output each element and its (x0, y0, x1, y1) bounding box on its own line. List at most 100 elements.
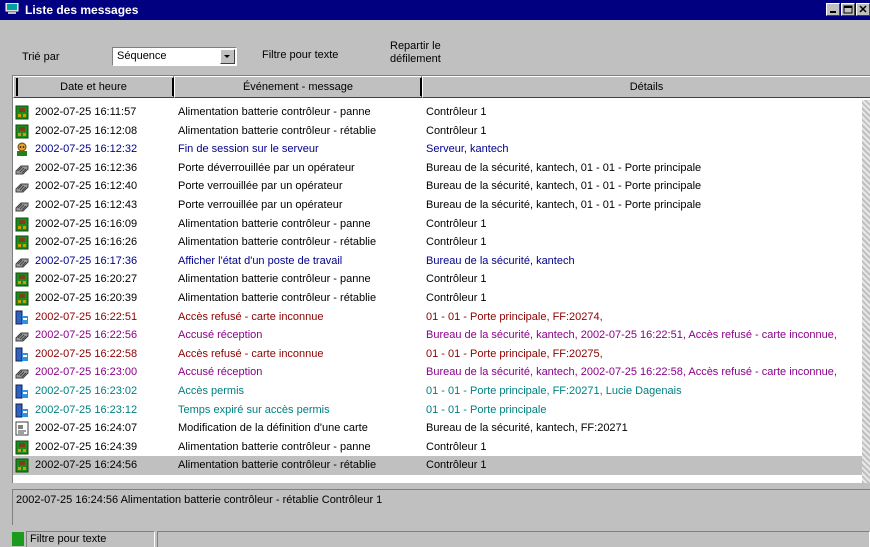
cell-details: Contrôleur 1 (426, 217, 487, 230)
card-edit-icon (15, 421, 29, 436)
cell-details: 01 - 01 - Porte principale, FF:20274, (426, 310, 603, 323)
controller-board-icon (15, 217, 29, 232)
table-row[interactable]: 2002-07-25 16:23:02 Accès permis 01 - 01 -… (13, 382, 863, 401)
cell-event: Accès permis (178, 385, 245, 397)
cell-event: Porte verrouillée par un opérateur (178, 199, 343, 211)
table-row[interactable]: 2002-07-25 16:24:56 Alimentation batterie… (13, 456, 863, 476)
column-divider (172, 78, 174, 96)
cell-date: 2002-07-25 16:20:27 (35, 273, 138, 286)
cell-date: 2002-07-25 16:11:57 (35, 106, 137, 118)
chevron-down-icon[interactable] (220, 49, 235, 64)
title-bar[interactable]: Liste des messages (0, 0, 870, 20)
table-row[interactable]: 2002-07-25 16:16:26 Alimentation batterie… (13, 233, 863, 252)
cell-event: Alimentation batterie contrôleur - rétab… (178, 124, 377, 137)
cell-details: Bureau de la sécurité, kantech, 01 - 01 … (426, 199, 702, 211)
minimize-button[interactable] (826, 3, 840, 16)
controller-board-icon (15, 124, 29, 139)
cell-event: Alimentation batterie contrôleur - panne (178, 273, 371, 286)
cell-date: 2002-07-25 16:23:12 (35, 403, 138, 416)
cell-details: Bureau de la sécurité, kantech, 2002-07-… (426, 366, 837, 379)
message-list[interactable]: Date et heure Événement - message Détail… (12, 75, 870, 483)
table-row[interactable]: 2002-07-25 16:22:58 Accès refusé - carte … (13, 345, 863, 364)
status-panel-empty (157, 531, 870, 547)
column-header-details[interactable]: Détails (422, 76, 870, 98)
cell-details: Bureau de la sécurité, kantech, FF:20271 (426, 422, 628, 435)
minimize-icon (830, 11, 836, 13)
cell-date: 2002-07-25 16:23:00 (35, 366, 138, 379)
table-row[interactable]: 2002-07-25 16:22:51 Accès refusé - carte … (13, 308, 863, 327)
table-row[interactable]: 2002-07-25 16:17:36 Afficher l'état d'un … (13, 252, 863, 271)
scroll-restart-line1[interactable]: Repartir le (390, 40, 441, 52)
table-row[interactable]: 2002-07-25 16:22:56 Accusé réception Burea… (13, 326, 863, 345)
cell-date: 2002-07-25 16:22:58 (35, 347, 138, 360)
cell-date: 2002-07-25 16:23:02 (35, 385, 138, 397)
status-panel-filter: Filtre pour texte (26, 531, 155, 547)
column-divider (16, 78, 18, 96)
table-row[interactable]: 2002-07-25 16:12:43 Porte verrouillée par… (13, 196, 863, 215)
sort-dropdown[interactable]: Séquence (112, 47, 237, 66)
table-row[interactable]: 2002-07-25 16:20:27 Alimentation batterie… (13, 270, 863, 289)
table-row[interactable]: 2002-07-25 16:11:57 Alimentation batterie… (13, 103, 863, 122)
door-access-icon (15, 347, 29, 362)
cell-details: Contrôleur 1 (426, 440, 487, 453)
cell-details: Bureau de la sécurité, kantech, 01 - 01 … (426, 161, 702, 174)
column-header-date[interactable]: Date et heure (13, 76, 174, 98)
vertical-scrollbar[interactable] (862, 100, 870, 483)
restore-button[interactable] (841, 3, 855, 16)
cell-event: Accusé réception (178, 329, 263, 342)
cell-event: Alimentation batterie contrôleur - panne (178, 106, 371, 118)
table-row[interactable]: 2002-07-25 16:24:07 Modification de la dé… (13, 419, 863, 438)
column-header-event[interactable]: Événement - message (174, 76, 422, 98)
table-row[interactable]: 2002-07-25 16:12:36 Porte déverrouillée p… (13, 159, 863, 178)
table-row[interactable]: 2002-07-25 16:12:32 Fin de session sur le… (13, 140, 863, 159)
cell-event: Porte verrouillée par un opérateur (178, 180, 343, 193)
operator-icon (15, 142, 29, 157)
cell-details: 01 - 01 - Porte principale, FF:20275, (426, 347, 603, 360)
controller-board-icon (15, 272, 29, 287)
cell-details: Serveur, kantech (426, 143, 509, 156)
cell-details: Contrôleur 1 (426, 236, 487, 249)
cell-event: Modification de la définition d'une cart… (178, 422, 368, 435)
cell-event: Temps expiré sur accès permis (178, 403, 330, 416)
cell-details: Contrôleur 1 (426, 292, 487, 304)
cell-date: 2002-07-25 16:24:39 (35, 440, 138, 453)
close-icon (859, 5, 867, 13)
door-access-icon (15, 403, 29, 418)
cell-date: 2002-07-25 16:20:39 (35, 292, 138, 304)
message-detail-box: 2002-07-25 16:24:56 Alimentation batteri… (12, 489, 870, 525)
table-row[interactable]: 2002-07-25 16:20:39 Alimentation batterie… (13, 289, 863, 308)
controller-board-icon (15, 105, 29, 120)
cell-event: Alimentation batterie contrôleur - panne (178, 440, 371, 453)
table-row[interactable]: 2002-07-25 16:16:09 Alimentation batterie… (13, 215, 863, 234)
close-button[interactable] (856, 3, 870, 16)
workstation-icon (15, 179, 29, 194)
cell-event: Alimentation batterie contrôleur - rétab… (178, 292, 377, 304)
table-row[interactable]: 2002-07-25 16:12:40 Porte verrouillée par… (13, 177, 863, 196)
cell-details: Bureau de la sécurité, kantech, 2002-07-… (426, 329, 837, 342)
table-row[interactable]: 2002-07-25 16:23:00 Accusé réception Burea… (13, 363, 863, 382)
table-row[interactable]: 2002-07-25 16:23:12 Temps expiré sur accè… (13, 401, 863, 420)
cell-date: 2002-07-25 16:12:36 (35, 161, 138, 174)
cell-details: Bureau de la sécurité, kantech, 01 - 01 … (426, 180, 702, 193)
scroll-restart-line2[interactable]: défilement (390, 53, 441, 65)
cell-date: 2002-07-25 16:17:36 (35, 254, 138, 267)
text-filter-button[interactable]: Filtre pour texte (262, 49, 338, 61)
table-row[interactable]: 2002-07-25 16:24:39 Alimentation batterie… (13, 438, 863, 457)
door-access-icon (15, 384, 29, 399)
sort-value: Séquence (117, 50, 167, 62)
toolbar: Trié par Séquence Filtre pour texte Repa… (0, 20, 870, 74)
cell-details: Contrôleur 1 (426, 459, 487, 472)
controller-board-icon (15, 440, 29, 455)
cell-event: Alimentation batterie contrôleur - rétab… (178, 459, 377, 472)
controller-board-icon (15, 235, 29, 250)
cell-date: 2002-07-25 16:12:32 (35, 143, 138, 156)
cell-event: Alimentation batterie contrôleur - panne (178, 217, 371, 230)
cell-event: Accès refusé - carte inconnue (178, 347, 324, 360)
table-row[interactable]: 2002-07-25 16:12:08 Alimentation batterie… (13, 122, 863, 141)
cell-date: 2002-07-25 16:22:56 (35, 329, 138, 342)
cell-event: Accès refusé - carte inconnue (178, 310, 324, 323)
status-filter-text: Filtre pour texte (30, 533, 107, 545)
restore-icon (843, 5, 853, 14)
door-access-icon (15, 310, 29, 325)
message-detail-text: 2002-07-25 16:24:56 Alimentation batteri… (16, 494, 383, 506)
